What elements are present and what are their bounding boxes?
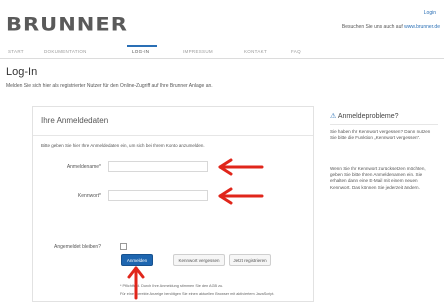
visit-site-link[interactable]: www.brunner.de — [404, 24, 440, 30]
login-hint: Bitte geben Sie hier Ihre Anmeldedaten e… — [41, 143, 205, 148]
remember-checkbox[interactable] — [120, 243, 127, 250]
forgot-password-button[interactable]: Kennwort vergessen — [173, 254, 225, 266]
remember-label: Angemeldet bleiben? — [54, 244, 101, 250]
register-button[interactable]: Jetzt registrieren — [229, 254, 271, 266]
nav-item-impressum[interactable]: IMPRESSUM — [183, 49, 213, 54]
sidebar-divider — [330, 124, 438, 125]
nav-item-start[interactable]: START — [8, 49, 24, 54]
sidebar-paragraph-2: Wenn Sie Ihr Kennwort zurücksetzen möcht… — [330, 166, 426, 190]
nav-item-login[interactable]: LOG-IN — [132, 49, 149, 54]
page-description: Melden Sie sich hier als registrierter N… — [6, 83, 213, 89]
warning-icon: ⚠ — [330, 113, 338, 120]
login-panel-title: Ihre Anmeldedaten — [41, 116, 109, 125]
nav-item-dokumentation[interactable]: DOKUMENTATION — [44, 49, 87, 54]
nav-item-faq[interactable]: FAQ — [291, 49, 301, 54]
visit-text: Besuchen Sie uns auch auf www.brunner.de — [342, 24, 440, 30]
sidebar-paragraph-1: Sie haben Ihr Kennwort vergessen? Dann n… — [330, 129, 431, 141]
main-nav: START DOKUMENTATION LOG-IN IMPRESSUM KON… — [0, 45, 444, 59]
login-submit-button[interactable]: Anmelden — [121, 254, 153, 266]
logo: BRUNNER — [6, 13, 128, 35]
password-input[interactable] — [108, 190, 208, 201]
password-label: Kennwort* — [77, 193, 101, 199]
nav-item-kontakt[interactable]: KONTAKT — [244, 49, 267, 54]
username-input[interactable] — [108, 161, 208, 172]
sidebar-title-text: Anmeldeprobleme? — [337, 113, 399, 120]
required-note: * Pflichtfeld. Durch Ihre Anmeldung stim… — [120, 284, 224, 288]
nav-active-indicator — [127, 45, 157, 47]
login-panel: Ihre Anmeldedaten Bitte geben Sie hier I… — [32, 106, 314, 302]
sidebar-title: ⚠ Anmeldeprobleme? — [330, 112, 399, 120]
visit-prefix: Besuchen Sie uns auch auf — [341, 24, 403, 30]
page-title: Log-In — [6, 66, 38, 78]
username-label: Anmeldename* — [66, 164, 101, 170]
panel-divider — [33, 135, 313, 136]
browser-note: Für eine korrekte Anzeige benötigen Sie … — [120, 292, 275, 296]
login-link[interactable]: Login — [424, 10, 436, 16]
